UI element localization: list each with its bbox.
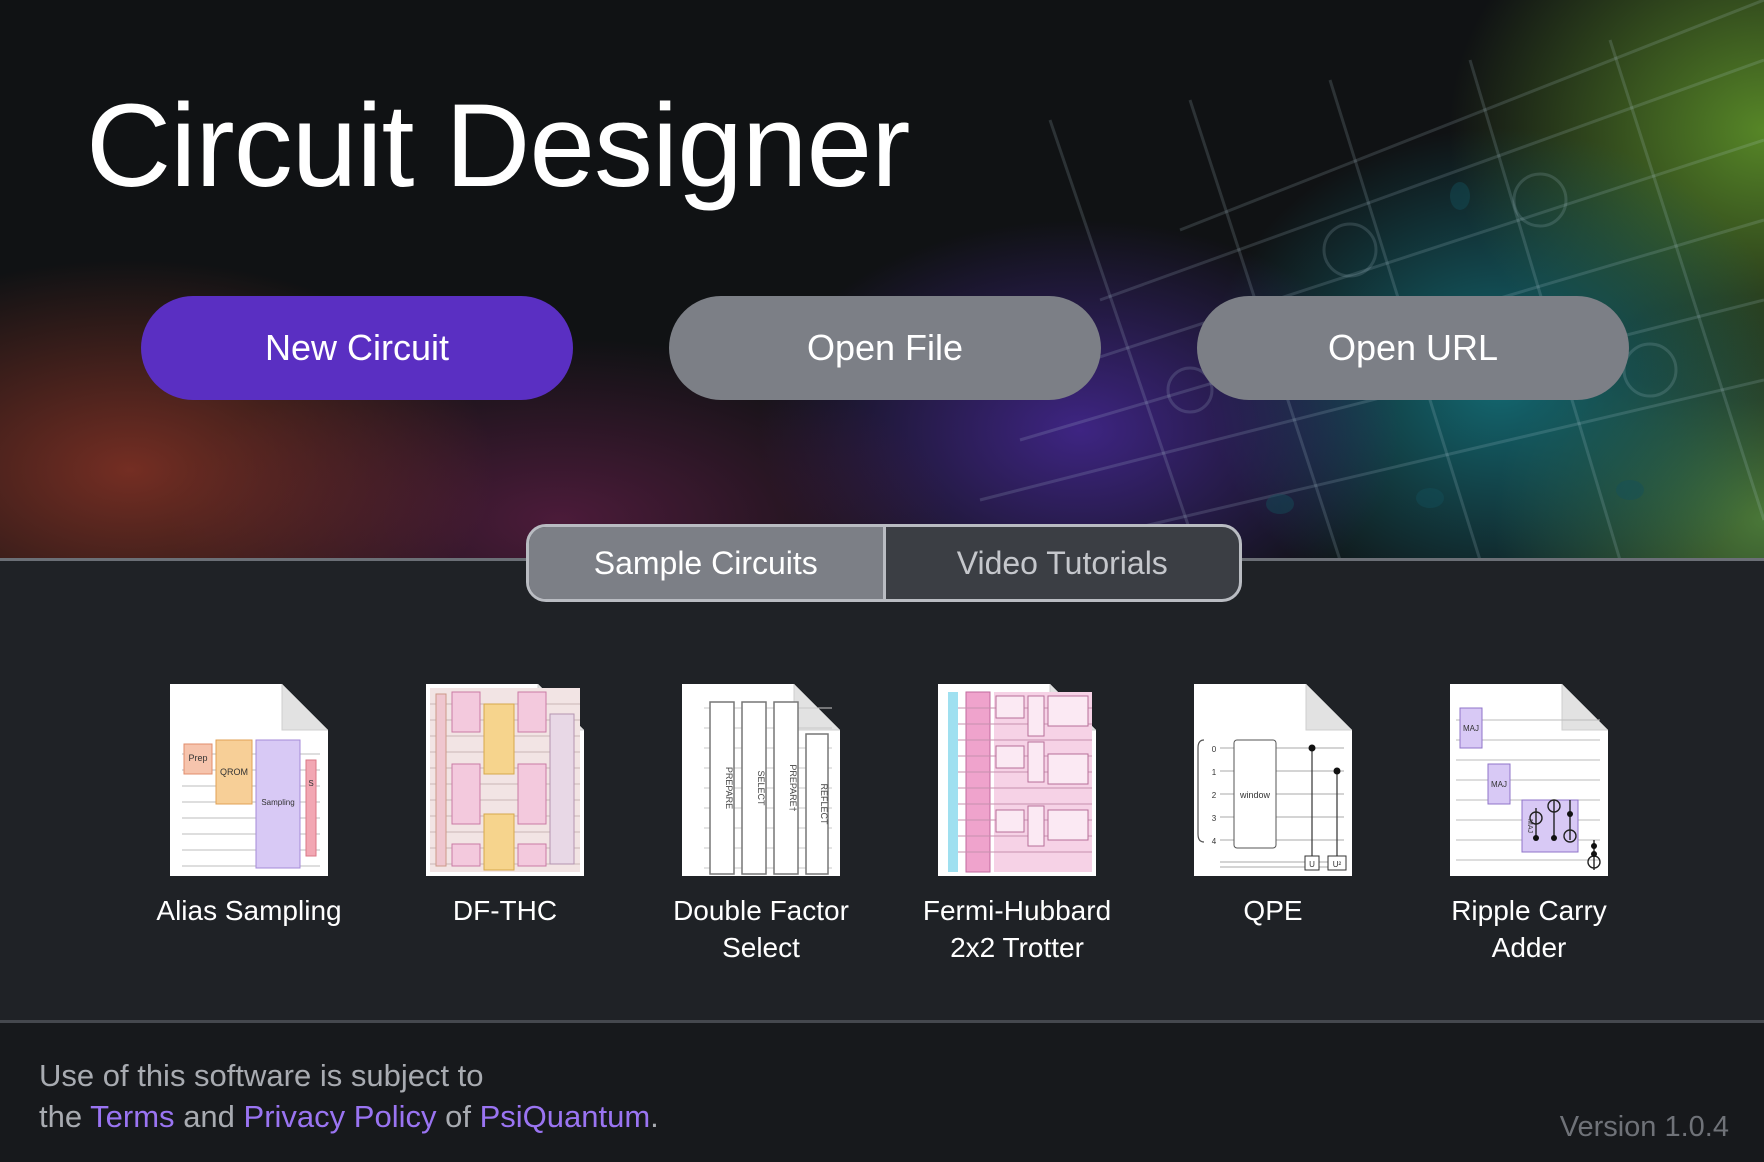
double-factor-select-thumbnail: PREPARE SELECT PREPARE† REFLECT xyxy=(682,684,840,876)
sample-label: Alias Sampling xyxy=(156,895,342,926)
legal-text: of xyxy=(445,1099,471,1134)
privacy-policy-link[interactable]: Privacy Policy xyxy=(244,1099,437,1134)
sample-label: QPE xyxy=(1243,895,1303,926)
thumb-text: Prep xyxy=(188,753,207,763)
tab-sample-circuits[interactable]: Sample Circuits xyxy=(529,527,883,599)
legal-notice: Use of this software is subject to the T… xyxy=(39,1055,659,1137)
terms-link[interactable]: Terms xyxy=(90,1099,174,1134)
legal-line-2: the Terms and Privacy Policy of PsiQuant… xyxy=(39,1096,659,1137)
tab-video-tutorials[interactable]: Video Tutorials xyxy=(882,527,1240,599)
thumb-text: Sampling xyxy=(261,798,294,807)
thumb-text: PREPARE† xyxy=(788,764,798,811)
new-circuit-button[interactable]: New Circuit xyxy=(141,296,573,400)
tab-bar: Sample Circuits Video Tutorials xyxy=(526,524,1242,602)
app-title: Circuit Designer xyxy=(86,80,910,212)
ripple-carry-adder-thumbnail: MAJ MAJ MAJ xyxy=(1450,684,1608,876)
thumb-text: SELECT xyxy=(756,770,766,806)
thumb-text: U² xyxy=(1333,860,1342,869)
psiquantum-link[interactable]: PsiQuantum xyxy=(480,1099,651,1134)
fermi-hubbard-thumbnail xyxy=(938,684,1096,876)
sample-label: DF-THC xyxy=(452,895,558,926)
sample-df-thc[interactable]: DF-THC xyxy=(390,684,620,929)
qpe-thumbnail: 0 1 2 3 4 window U U² xyxy=(1194,684,1352,876)
sample-qpe[interactable]: 0 1 2 3 4 window U U² QPE xyxy=(1158,684,1388,929)
thumb-text: MAJ xyxy=(1463,724,1479,733)
sample-fermi-hubbard-trotter[interactable]: Fermi-Hubbard 2x2 Trotter xyxy=(902,684,1132,966)
alias-sampling-thumbnail: Prep QROM Sampling S xyxy=(170,684,328,876)
legal-period: . xyxy=(650,1099,659,1134)
sample-circuit-gallery: Prep QROM Sampling S Alias Sampling DF-T… xyxy=(134,684,1634,984)
sample-label: Double Factor Select xyxy=(673,895,849,963)
thumb-text: PREPARE xyxy=(724,767,734,809)
sample-label: Ripple Carry Adder xyxy=(1451,895,1607,963)
thumb-text: window xyxy=(1239,790,1271,800)
open-url-button[interactable]: Open URL xyxy=(1197,296,1629,400)
thumb-text: 3 xyxy=(1212,814,1217,823)
footer: Use of this software is subject to the T… xyxy=(0,1023,1764,1162)
sample-label: Fermi-Hubbard 2x2 Trotter xyxy=(922,895,1112,963)
sample-alias-sampling[interactable]: Prep QROM Sampling S Alias Sampling xyxy=(134,684,364,929)
version-label: Version 1.0.4 xyxy=(1559,1111,1729,1143)
legal-text: the xyxy=(39,1099,83,1134)
open-file-button[interactable]: Open File xyxy=(669,296,1101,400)
thumb-text: QROM xyxy=(220,767,248,777)
thumb-text: 4 xyxy=(1212,837,1217,846)
df-thc-thumbnail xyxy=(426,684,584,876)
thumb-text: 0 xyxy=(1212,745,1217,754)
thumb-text: REFLECT xyxy=(819,783,829,825)
legal-line-1: Use of this software is subject to xyxy=(39,1058,484,1093)
thumb-text: S xyxy=(308,779,313,788)
thumb-text: 2 xyxy=(1212,791,1217,800)
sample-ripple-carry-adder[interactable]: MAJ MAJ MAJ Ripple Carry Adder xyxy=(1414,684,1644,966)
legal-text: and xyxy=(183,1099,235,1134)
thumb-text: 1 xyxy=(1212,768,1217,777)
thumb-text: U xyxy=(1309,860,1315,869)
sample-double-factor-select[interactable]: PREPARE SELECT PREPARE† REFLECT Double F… xyxy=(646,684,876,966)
thumb-text: MAJ xyxy=(1526,819,1533,833)
thumb-text: MAJ xyxy=(1491,780,1507,789)
